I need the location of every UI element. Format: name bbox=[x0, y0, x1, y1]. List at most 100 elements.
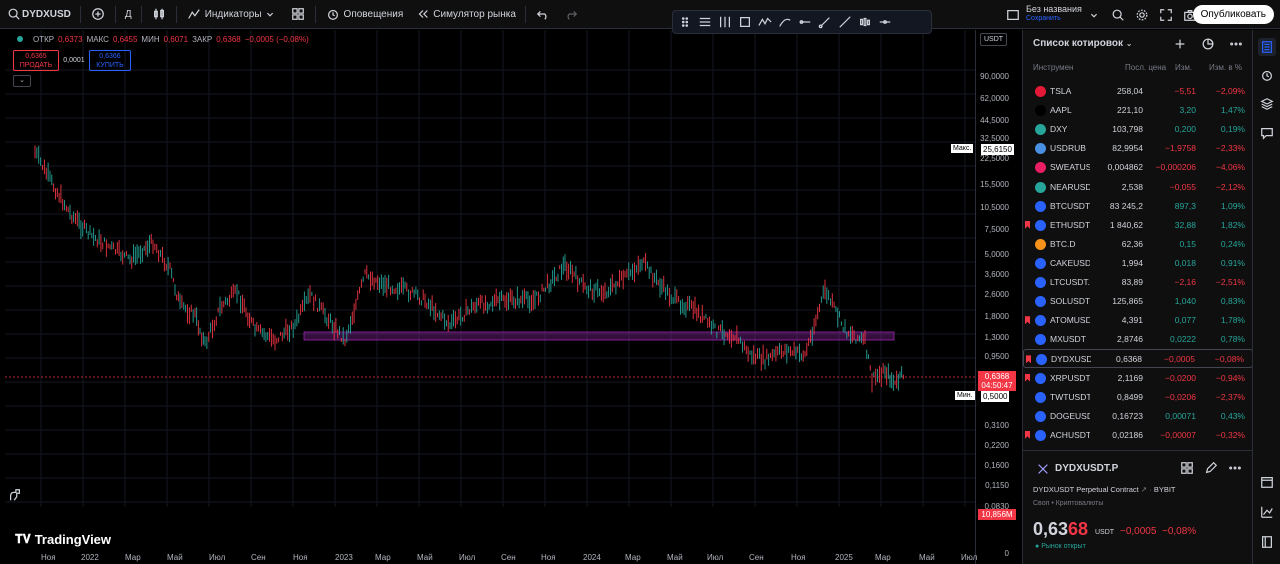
symbol-logo-icon bbox=[1035, 86, 1046, 97]
compare-button[interactable] bbox=[84, 0, 112, 29]
interval-button[interactable]: Д bbox=[119, 0, 138, 29]
watchlist-row[interactable]: MXUSDT 2,8746 0,0222 0,78% bbox=[1023, 330, 1253, 349]
tradingview-logo[interactable]: 𝐓𝐕 TradingView bbox=[15, 532, 111, 547]
pie-chart-icon[interactable] bbox=[1200, 36, 1216, 52]
dinosaur-icon[interactable] bbox=[7, 487, 23, 503]
row-last-price: 258,04 bbox=[1117, 86, 1143, 96]
layout-name[interactable]: Без названия Сохранить bbox=[1026, 4, 1082, 24]
symbol-search-button[interactable]: DYDXUSD bbox=[0, 0, 77, 29]
chart-type-button[interactable] bbox=[145, 0, 173, 29]
row-symbol: SWEATUSDT bbox=[1050, 162, 1090, 173]
watchlist-row[interactable]: CAKEUSDT 1,994 0,018 0,91% bbox=[1023, 254, 1253, 273]
watchlist-row[interactable]: ACHUSDT 0,02186 −0,00007 −0,32% bbox=[1023, 426, 1253, 445]
redo-button[interactable] bbox=[557, 0, 585, 29]
zigzag-icon[interactable] bbox=[757, 14, 773, 30]
calendar-icon[interactable] bbox=[1259, 474, 1275, 490]
watchlist-icon[interactable] bbox=[1258, 38, 1276, 56]
sell-label: ПРОДАТЬ bbox=[19, 62, 53, 69]
external-link-icon[interactable]: ↗ bbox=[1141, 485, 1147, 494]
watchlist-row[interactable]: BTC.D 62,36 0,15 0,24% bbox=[1023, 235, 1253, 254]
column-header-change[interactable]: Изм. bbox=[1175, 63, 1192, 72]
replay-button[interactable]: Симулятор рынка bbox=[409, 0, 522, 29]
time-tick: Июл bbox=[707, 553, 724, 562]
more-icon[interactable] bbox=[1227, 460, 1243, 476]
candle-pattern-icon[interactable] bbox=[857, 14, 873, 30]
buy-button[interactable]: 0,6366 КУПИТЬ bbox=[89, 50, 131, 71]
chat-icon[interactable] bbox=[1259, 125, 1275, 141]
exchange-name[interactable]: BYBIT bbox=[1154, 485, 1176, 494]
row-last-price: 4,391 bbox=[1121, 315, 1143, 326]
search-icon[interactable] bbox=[1110, 7, 1126, 23]
price-tick: 0,2200 bbox=[984, 441, 1009, 450]
watchlist-row[interactable]: TSLA 258,04 −5,51 −2,09% bbox=[1023, 82, 1253, 101]
watchlist-row[interactable]: SOLUSDT 125,865 1,040 0,83% bbox=[1023, 292, 1253, 311]
watchlist-title[interactable]: Список котировок ⌄ bbox=[1033, 38, 1132, 49]
rectangle-icon[interactable] bbox=[737, 14, 753, 30]
time-tick: Июл bbox=[961, 553, 978, 562]
alerts-button[interactable]: Оповещения bbox=[319, 0, 410, 29]
watchlist-row[interactable]: NEARUSDT 2,538 −0,055 −2,12% bbox=[1023, 178, 1253, 197]
column-header-symbol[interactable]: Инструмен bbox=[1033, 63, 1073, 72]
watchlist-row[interactable]: AAPL 221,10 3,20 1,47% bbox=[1023, 101, 1253, 120]
watchlist-row[interactable]: DOGEUSDT 0,16723 0,00071 0,43% bbox=[1023, 407, 1253, 426]
column-header-last[interactable]: Посл. цена bbox=[1125, 63, 1166, 72]
watchlist-row[interactable]: SWEATUSDT 0,004862 −0,000206 −4,06% bbox=[1023, 158, 1253, 177]
watchlist-row[interactable]: ATOMUSDT 4,391 0,077 1,78% bbox=[1023, 311, 1253, 330]
price-axis[interactable]: 90,0000 62,0000 44,5000 32,5000 22,5000 15,50… bbox=[975, 30, 1017, 564]
publish-button[interactable]: Опубликовать bbox=[1192, 5, 1274, 24]
watchlist-row[interactable]: XRPUSDT 2,1169 −0,0200 −0,94% bbox=[1023, 369, 1253, 388]
flag-icon[interactable] bbox=[1025, 220, 1030, 229]
vertical-measure-icon[interactable] bbox=[717, 14, 733, 30]
trend-line-icon[interactable] bbox=[817, 14, 833, 30]
templates-button[interactable] bbox=[284, 0, 312, 29]
chart-pane[interactable]: ОТКР 0,6373 МАКС 0,6455 МИН 0,6071 ЗАКР 0,63… bbox=[5, 30, 1017, 564]
row-change-pct: −2,12% bbox=[1215, 181, 1245, 192]
column-header-change-pct[interactable]: Изм. в % bbox=[1209, 63, 1242, 72]
watchlist-row[interactable]: BTCUSDT.P 83 245,2 897,3 1,09% bbox=[1023, 197, 1253, 216]
watchlist-row[interactable]: LTCUSDT.P 83,89 −2,16 −2,51% bbox=[1023, 273, 1253, 292]
flag-icon[interactable] bbox=[1025, 316, 1030, 325]
edit-icon[interactable] bbox=[1203, 460, 1219, 476]
more-icon[interactable] bbox=[1228, 36, 1244, 52]
sell-button[interactable]: 0,6365 ПРОДАТЬ bbox=[13, 50, 59, 71]
time-axis[interactable]: Ноя 2022 Мар Май Июл Сен Ноя 2023 Мар Май Июл Сен Но… bbox=[5, 553, 978, 564]
watchlist-row[interactable]: DYDXUSDT 0,6368 −0,0005 −0,08% bbox=[1023, 349, 1253, 369]
watchlist-row[interactable]: DXY 103,798 0,200 0,19% bbox=[1023, 120, 1253, 139]
grid-icon[interactable] bbox=[1179, 460, 1195, 476]
price-tick: 0,3100 bbox=[984, 421, 1009, 430]
collapse-legend-button[interactable]: ⌄ bbox=[13, 75, 31, 87]
sell-price: 0,6365 bbox=[25, 53, 47, 60]
time-tick: Ноя bbox=[791, 553, 806, 562]
drag-handle-icon[interactable] bbox=[677, 14, 693, 30]
chevron-down-icon[interactable] bbox=[1086, 7, 1102, 23]
fullscreen-icon[interactable] bbox=[1158, 7, 1174, 23]
ray-icon[interactable] bbox=[797, 14, 813, 30]
gear-icon[interactable] bbox=[1134, 7, 1150, 23]
horizontal-lines-icon[interactable] bbox=[697, 14, 713, 30]
flag-icon[interactable] bbox=[1025, 373, 1030, 382]
watchlist-row[interactable]: USDRUB 82,9954 −1,9758 −2,33% bbox=[1023, 139, 1253, 158]
indicators-button[interactable]: Индикаторы bbox=[180, 0, 284, 29]
layers-icon[interactable] bbox=[1259, 96, 1275, 112]
add-icon[interactable] bbox=[1172, 36, 1188, 52]
anchored-line-icon[interactable] bbox=[877, 14, 893, 30]
book-icon[interactable] bbox=[1259, 534, 1275, 550]
indicators-label: Индикаторы bbox=[204, 8, 262, 20]
layout-icon[interactable] bbox=[1005, 7, 1021, 23]
undo-button[interactable] bbox=[529, 0, 557, 29]
row-last-price: 83,89 bbox=[1121, 277, 1143, 287]
layout-save-link[interactable]: Сохранить bbox=[1026, 14, 1082, 24]
drawing-tools-icon[interactable] bbox=[1259, 504, 1275, 520]
price-tick: 22,5000 bbox=[980, 154, 1009, 163]
watchlist-row[interactable]: TWTUSDT 0,8499 −0,0206 −2,37% bbox=[1023, 388, 1253, 407]
price-chart[interactable] bbox=[5, 30, 975, 507]
extended-line-icon[interactable] bbox=[837, 14, 853, 30]
row-last-price: 2,538 bbox=[1121, 181, 1143, 192]
alarm-clock-icon[interactable] bbox=[1259, 67, 1275, 83]
curve-icon[interactable] bbox=[777, 14, 793, 30]
time-tick: Мар bbox=[625, 553, 641, 562]
flag-icon[interactable] bbox=[1025, 430, 1030, 439]
flag-icon[interactable] bbox=[1026, 355, 1031, 364]
watchlist-row[interactable]: ETHUSDT 1 840,62 32,88 1,82% bbox=[1023, 216, 1253, 235]
details-symbol[interactable]: DYDXUSDT.P bbox=[1055, 463, 1118, 474]
